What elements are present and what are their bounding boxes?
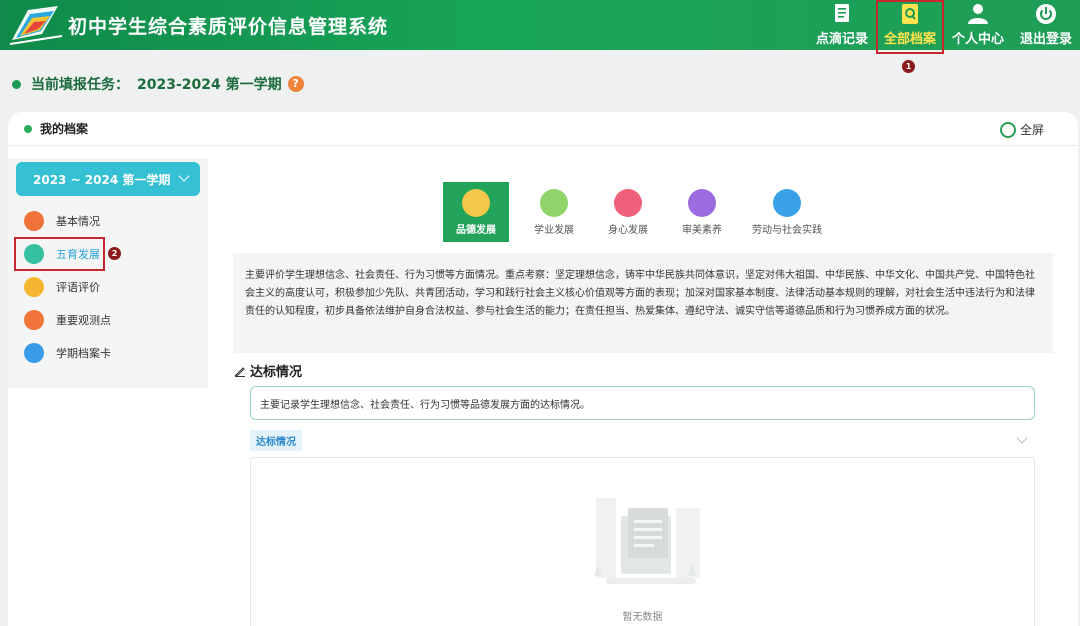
health-icon [614,189,642,217]
power-icon [1036,4,1056,24]
art-icon [688,189,716,217]
chevron-down-icon[interactable] [1016,432,1028,444]
logo-icon [9,6,63,45]
academic-icon [540,189,568,217]
nav-logout[interactable]: 退出登录 [1012,0,1080,50]
morality-icon [462,189,490,217]
sidebar-menu: 基本情况 五育发展 2 评语评价 重要观测点 学期档案卡 [8,204,208,369]
section-title-text: 达标情况 [250,365,303,380]
top-nav: 点滴记录 全部档案 个人中心 退出登录 [808,0,1080,54]
task-label: 当前填报任务： [31,77,129,93]
step-marker-2: 2 [108,247,121,260]
bullet-icon [24,124,32,133]
status-tag: 达标情况 [250,430,302,451]
nav-logout-label: 退出登录 [1019,32,1072,47]
tab-art[interactable]: 审美素养 [665,182,739,242]
term-select-value: 2023 ~ 2024 第一学期 [33,172,171,187]
current-task: 当前填报任务： 2023-2024 第一学期 ? [12,74,304,94]
sidebar: 2023 ~ 2024 第一学期 基本情况 五育发展 2 评语评价 重要观测点 [8,158,208,388]
nav-records-label: 点滴记录 [815,32,868,47]
tab-label: 审美素养 [682,225,722,236]
target-icon [24,309,44,330]
archive-icon [902,4,918,24]
term-select[interactable]: 2023 ~ 2024 第一学期 [16,162,200,196]
nav-all-archives-label: 全部档案 [883,32,936,47]
panel-header: 我的档案 全屏 [8,112,1078,146]
tab-label: 身心发展 [608,225,648,236]
profile-icon [24,210,44,231]
fullscreen-label: 全屏 [1019,123,1044,137]
description-box: 主要评价学生理想信念、社会责任、行为习惯等方面情况。重点考察：坚定理想信念，铸牢… [233,253,1053,353]
tab-academic[interactable]: 学业发展 [517,182,591,242]
sidebar-item-label: 重要观测点 [56,313,111,327]
task-value: 2023-2024 第一学期 [137,77,282,93]
bullet-icon [12,79,21,89]
step-marker-1: 1 [902,60,915,73]
sidebar-item-label: 评语评价 [56,280,100,294]
section-title: 达标情况 [234,361,302,380]
tab-label: 劳动与社会实践 [752,225,822,236]
help-icon[interactable]: ? [287,76,304,92]
development-tabs: 品德发展 学业发展 身心发展 审美素养 劳动与社会实践 [443,182,835,242]
tab-label: 学业发展 [534,225,574,236]
sidebar-item-label: 基本情况 [56,214,100,228]
nav-records[interactable]: 点滴记录 [808,0,876,50]
sidebar-item-term-card[interactable]: 学期档案卡 [8,336,208,369]
sidebar-item-label: 学期档案卡 [56,346,111,360]
nav-all-archives[interactable]: 全部档案 [876,0,944,54]
empty-data-text: 暂无数据 [622,612,663,623]
nav-personal-center-label: 个人中心 [951,32,1004,47]
empty-data-icon [594,498,700,584]
tab-label: 品德发展 [456,225,496,236]
panel-title: 我的档案 [40,122,89,136]
fullscreen-button[interactable]: 全屏 [999,121,1044,138]
tab-morality[interactable]: 品德发展 [443,182,509,242]
notes-icon [835,4,849,22]
comment-icon [24,276,44,297]
archive-panel: 我的档案 全屏 2023 ~ 2024 第一学期 基本情况 五育发展 2 评语评… [8,112,1078,626]
top-header: 初中学生综合素质评价信息管理系统 点滴记录 全部档案 个人中心 退出登录 [0,0,1080,54]
app-title: 初中学生综合素质评价信息管理系统 [68,16,389,38]
tab-labor[interactable]: 劳动与社会实践 [739,182,835,242]
user-icon [968,4,988,24]
chevron-down-icon [178,170,190,182]
sidebar-item-comments[interactable]: 评语评价 [8,270,208,303]
sidebar-item-five-education[interactable]: 五育发展 2 [8,237,208,271]
section-note: 主要记录学生理想信念、社会责任、行为习惯等品德发展方面的达标情况。 [250,386,1035,420]
card-icon [24,342,44,363]
fullscreen-icon [999,121,1016,138]
nav-personal-center[interactable]: 个人中心 [944,0,1012,50]
five-education-icon [24,243,44,264]
sidebar-item-basic-info[interactable]: 基本情况 [8,204,208,237]
labor-icon [773,189,801,217]
empty-data-area: 暂无数据 [250,457,1035,626]
sidebar-item-observation-points[interactable]: 重要观测点 [8,303,208,336]
tab-health[interactable]: 身心发展 [591,182,665,242]
edit-icon [234,366,245,377]
